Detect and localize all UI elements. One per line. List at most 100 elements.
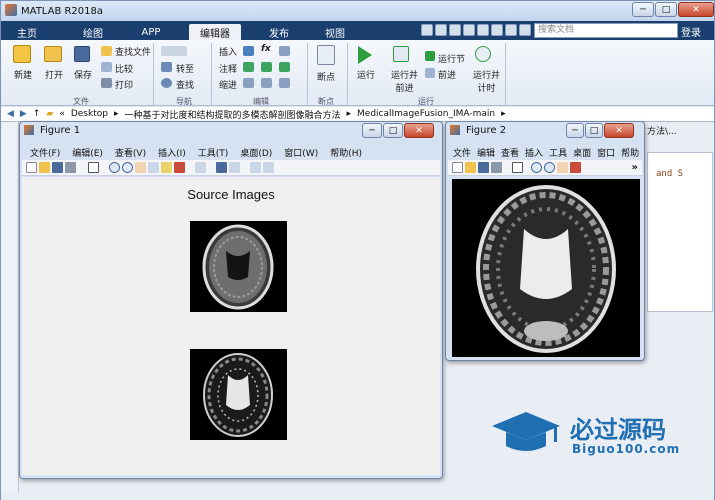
show-plot-tools-icon[interactable] [263,162,274,173]
tab-plots[interactable]: 绘图 [71,24,115,40]
figure1-menu-insert[interactable]: 插入(I) [152,146,192,159]
run-button[interactable]: 运行 [357,68,375,81]
colorbar-icon[interactable] [216,162,227,173]
goto-button[interactable]: 转至 [176,62,194,75]
save-label[interactable]: 保存 [74,68,92,81]
comment-button[interactable]: 注释 [219,62,237,75]
uncomment-icon[interactable] [261,62,272,72]
figure1-menu-edit[interactable]: 编辑(E) [66,146,109,159]
tab-publish[interactable]: 发布 [257,24,301,40]
run-advance-icon[interactable] [393,46,409,62]
print-figure-icon[interactable] [491,162,502,173]
up-folder-icon[interactable]: ↑ [33,109,41,119]
qat-switch-icon[interactable] [505,24,517,36]
save-figure-icon[interactable] [478,162,489,173]
print-button[interactable]: 打印 [115,78,133,91]
breadcrumb-desktop[interactable]: Desktop [71,109,108,119]
figure1-menu-file[interactable]: 文件(F) [24,146,66,159]
run-icon[interactable] [358,46,372,64]
qat-paste-icon[interactable] [463,24,475,36]
rotate-3d-icon[interactable] [148,162,159,173]
figure2-menu-edit[interactable]: 编辑 [474,146,498,159]
brush-icon[interactable] [570,162,581,173]
run-time-icon[interactable] [475,46,491,62]
figure1-minimize-button[interactable]: ─ [362,123,382,138]
print-figure-icon[interactable] [65,162,76,173]
figure2-maximize-button[interactable]: □ [585,123,603,138]
figure1-menu-window[interactable]: 窗口(W) [278,146,324,159]
figure1-menu-view[interactable]: 查看(V) [109,146,152,159]
outdent-icon[interactable] [279,78,290,88]
new-figure-icon[interactable] [452,162,463,173]
figure2-menu-view[interactable]: 查看 [498,146,522,159]
pan-hand-icon[interactable] [557,162,568,173]
open-label[interactable]: 打开 [45,68,63,81]
forward-arrow-icon[interactable]: ▶ [20,109,27,119]
zoom-in-icon[interactable] [531,162,542,173]
brush-icon[interactable] [174,162,185,173]
find-files-button[interactable]: 查找文件 [115,45,151,58]
insert-button[interactable]: 插入 [219,45,237,58]
figure2-menu-help[interactable]: 帮助 [618,146,642,159]
search-docs-input[interactable]: 搜索文档 [534,23,678,38]
figure1-menu-tools[interactable]: 工具(T) [192,146,235,159]
nav-back-forward-icon[interactable] [161,46,187,56]
qat-help-icon[interactable] [519,24,531,36]
indent-button[interactable]: 缩进 [219,78,237,91]
open-folder-icon[interactable] [44,46,62,62]
legend-icon[interactable] [229,162,240,173]
new-icon[interactable] [13,45,31,63]
maximize-button[interactable]: □ [655,2,677,17]
figure2-menu-tools[interactable]: 工具 [546,146,570,159]
find-button[interactable]: 查找 [176,78,194,91]
select-arrow-icon[interactable] [512,162,523,173]
indent-icon[interactable] [261,78,272,88]
qat-undo-icon[interactable] [477,24,489,36]
hide-plot-tools-icon[interactable] [250,162,261,173]
new-figure-icon[interactable] [26,162,37,173]
insert-section-icon[interactable] [243,46,254,56]
data-cursor-icon[interactable] [161,162,172,173]
tab-home[interactable]: 主页 [7,24,47,40]
figure2-menu-insert[interactable]: 插入 [522,146,546,159]
back-arrow-icon[interactable]: ◀ [7,109,14,119]
breadcrumb-folder-1[interactable]: 一种基于对比度和结构提取的多模态解剖图像融合方法 [124,108,340,121]
link-plot-icon[interactable] [195,162,206,173]
figure2-close-button[interactable]: ✕ [604,123,634,138]
comment-icon[interactable] [243,62,254,72]
breadcrumb-folder-2[interactable]: MedicalImageFusion_IMA-main [357,109,495,119]
open-file-icon[interactable] [465,162,476,173]
zoom-out-icon[interactable] [122,162,133,173]
breakpoints-icon[interactable] [317,45,335,65]
save-figure-icon[interactable] [52,162,63,173]
run-time-button[interactable]: 运行并 计时 [473,68,500,94]
login-link[interactable]: 登录 [681,24,701,39]
save-icon[interactable] [74,46,90,62]
compare-button[interactable]: 比较 [115,62,133,75]
breakpoints-button[interactable]: 断点 [317,70,335,83]
figure2-minimize-button[interactable]: ─ [566,123,584,138]
tab-apps[interactable]: APP [129,24,173,40]
select-arrow-icon[interactable] [88,162,99,173]
insert-table-icon[interactable] [279,46,290,56]
run-section-button[interactable]: 运行节 [438,52,465,65]
zoom-out-icon[interactable] [544,162,555,173]
advance-button[interactable]: 前进 [438,68,456,81]
figure2-menu-window[interactable]: 窗口 [594,146,618,159]
close-button[interactable]: ✕ [678,2,714,17]
tab-editor[interactable]: 编辑器 [189,24,241,40]
figure1-maximize-button[interactable]: □ [383,123,403,138]
pan-hand-icon[interactable] [135,162,146,173]
qat-cut-icon[interactable] [435,24,447,36]
figure1-close-button[interactable]: ✕ [404,123,434,138]
new-label[interactable]: 新建 [14,68,32,81]
tab-view[interactable]: 视图 [313,24,357,40]
qat-save-icon[interactable] [421,24,433,36]
figure2-menu-desktop[interactable]: 桌面 [570,146,594,159]
figure2-menu-file[interactable]: 文件 [450,146,474,159]
qat-copy-icon[interactable] [449,24,461,36]
qat-redo-icon[interactable] [491,24,503,36]
toolbar-overflow-button[interactable]: » [632,162,638,173]
browse-folder-icon[interactable]: ▰ [46,109,53,119]
run-advance-button[interactable]: 运行并 前进 [391,68,418,94]
